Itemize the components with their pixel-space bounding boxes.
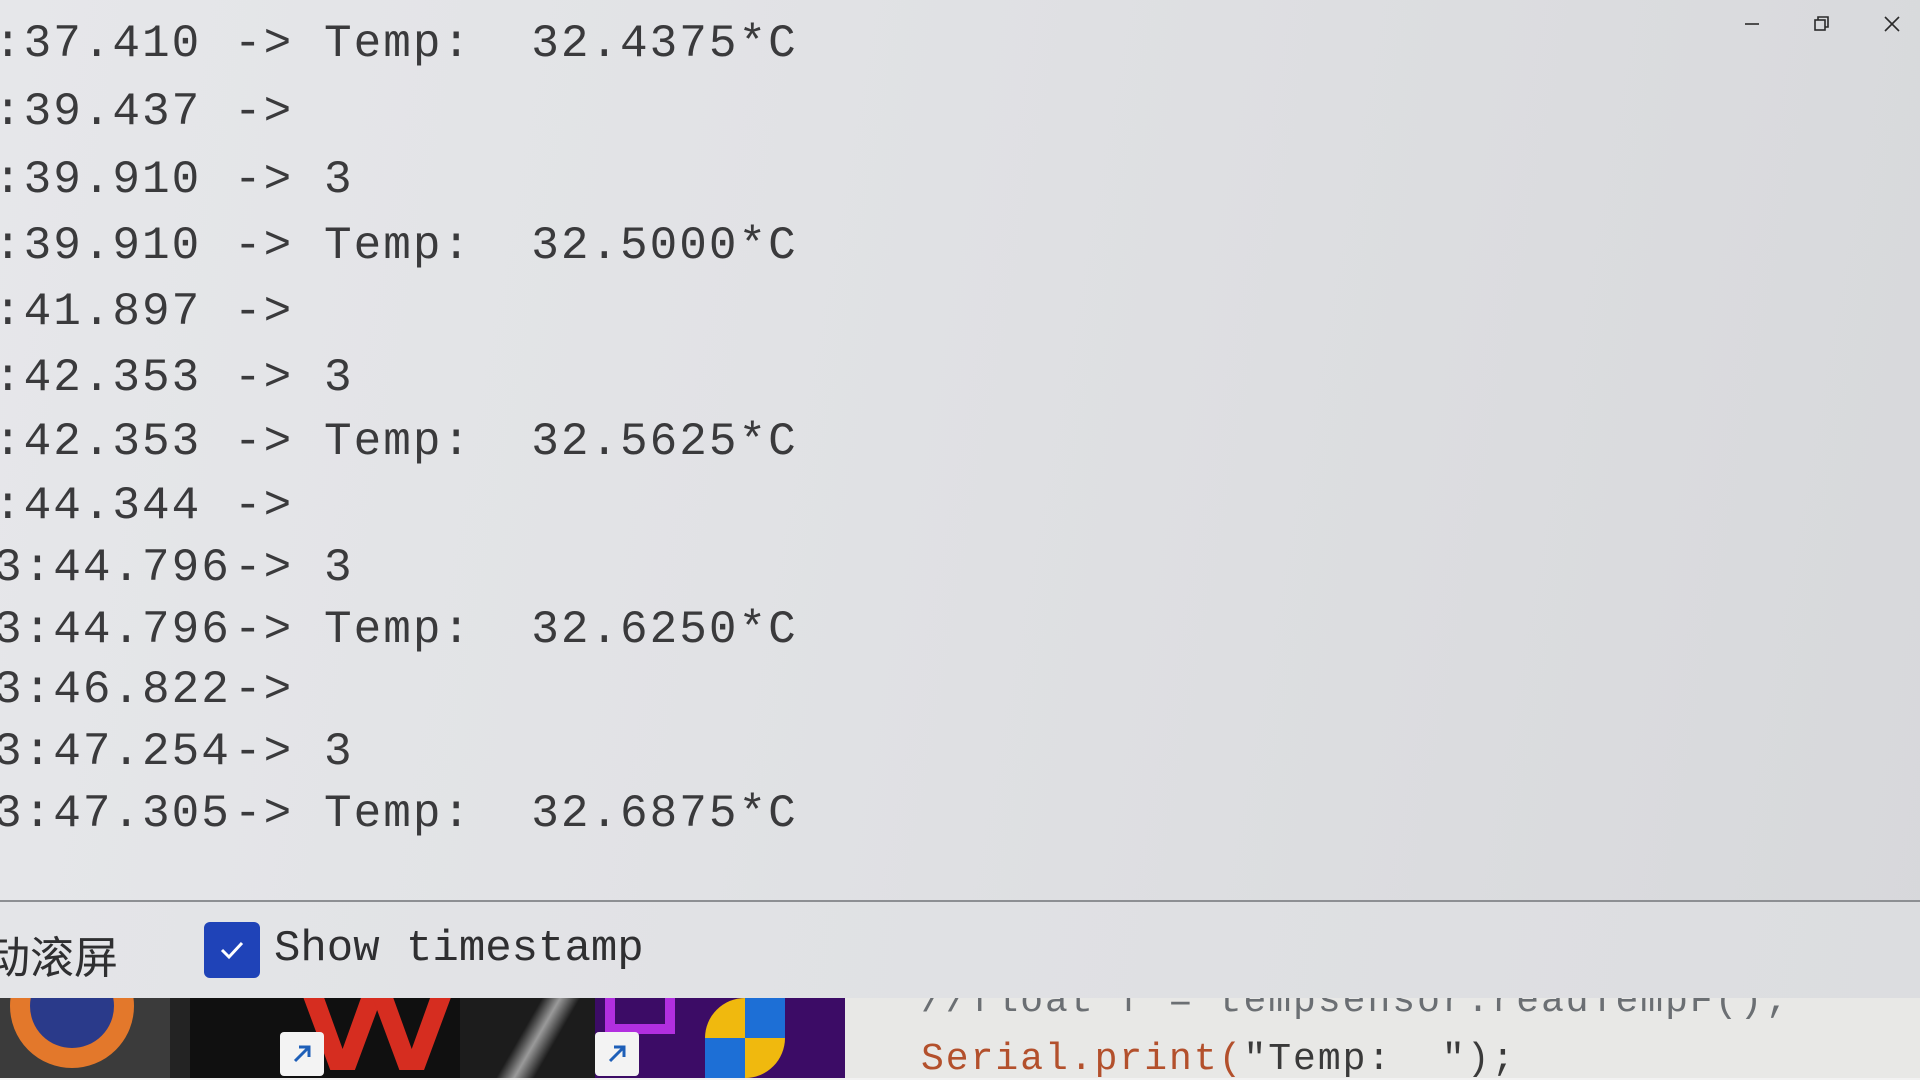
timestamp: 3:47.305 <box>0 788 231 840</box>
quad-logo-icon <box>705 998 745 1038</box>
arrow: -> <box>234 416 294 468</box>
timestamp: :39.910 <box>0 220 202 272</box>
timestamp: :39.437 <box>0 86 202 138</box>
arrow: -> <box>234 18 294 70</box>
output-line: :39.437 -> <box>0 82 324 142</box>
output-line: 3:47.254 -> 3 <box>0 722 354 782</box>
shortcut-arrow-icon <box>280 1032 324 1076</box>
message: 3 <box>324 154 354 206</box>
checkmark-icon <box>220 941 244 960</box>
timestamp: :44.344 <box>0 480 202 532</box>
arrow: -> <box>234 542 294 594</box>
output-line: 3:47.305 -> Temp: 32.6875*C <box>0 784 798 844</box>
message: 3 <box>324 726 354 778</box>
app-tile-icon[interactable] <box>460 998 595 1080</box>
background-windows-strip: VV //float f = tempsensor.readTempF(); S… <box>0 998 1920 1080</box>
output-line: :41.897 -> <box>0 282 324 342</box>
app-tile-icon[interactable] <box>595 998 845 1080</box>
quad-logo-icon <box>705 1038 745 1078</box>
quad-logo-icon <box>745 1038 785 1078</box>
output-line: :42.353 -> Temp: 32.5625*C <box>0 412 798 472</box>
arrow: -> <box>234 726 294 778</box>
arrow: -> <box>234 480 294 532</box>
message: Temp: 32.4375*C <box>324 18 798 70</box>
output-line: :42.353 -> 3 <box>0 348 354 408</box>
output-line: 3:44.796 -> Temp: 32.6250*C <box>0 600 798 660</box>
arrow: -> <box>234 788 294 840</box>
timestamp: :41.897 <box>0 286 202 338</box>
output-line: :39.910 -> Temp: 32.5000*C <box>0 216 798 276</box>
timestamp: :37.410 <box>0 18 202 70</box>
timestamp: 3:44.796 <box>0 604 231 656</box>
frame-logo-icon <box>605 998 675 1034</box>
message: Temp: 32.5625*C <box>324 416 798 468</box>
arrow: -> <box>234 604 294 656</box>
arrow: -> <box>234 86 294 138</box>
output-line: :44.344 -> <box>0 476 324 536</box>
message: Temp: 32.6875*C <box>324 788 798 840</box>
code-statement-line: Serial.print("Temp: "); <box>921 1038 1516 1080</box>
ring-logo-icon <box>10 998 134 1068</box>
code-editor-peek[interactable]: //float f = tempsensor.readTempF(); Seri… <box>845 998 1920 1080</box>
timestamp: 3:46.822 <box>0 664 231 716</box>
arrow: -> <box>234 154 294 206</box>
message: 3 <box>324 542 354 594</box>
timestamp: :42.353 <box>0 352 202 404</box>
shortcut-arrow-icon <box>595 1032 639 1076</box>
app-tile-icon[interactable] <box>0 998 170 1080</box>
code-call-end: ); <box>1466 1038 1517 1080</box>
show-timestamp-checkbox[interactable] <box>204 922 260 978</box>
quad-logo-icon <box>745 998 785 1038</box>
serial-monitor-window: :37.410 -> Temp: 32.4375*C :39.437 -> :39.9… <box>0 0 1920 1080</box>
message: Temp: 32.6250*C <box>324 604 798 656</box>
arrow: -> <box>234 352 294 404</box>
serial-output-area[interactable]: :37.410 -> Temp: 32.4375*C :39.437 -> :39.9… <box>0 0 1920 900</box>
output-line: 3:46.822 -> <box>0 660 324 720</box>
arrow: -> <box>234 286 294 338</box>
message: Temp: 32.5000*C <box>324 220 798 272</box>
output-line: :39.910 -> 3 <box>0 150 354 210</box>
autoscroll-label[interactable]: 动滚屏 <box>0 922 118 986</box>
app-tile-icon[interactable]: VV <box>190 998 460 1080</box>
arrow: -> <box>234 664 294 716</box>
bottom-toolbar: 动滚屏 Show timestamp <box>0 902 1920 998</box>
output-line: :37.410 -> Temp: 32.4375*C <box>0 14 798 74</box>
code-comment-line: //float f = tempsensor.readTempF(); <box>921 998 1790 1023</box>
timestamp: :39.910 <box>0 154 202 206</box>
timestamp: 3:47.254 <box>0 726 231 778</box>
timestamp: :42.353 <box>0 416 202 468</box>
timestamp: 3:44.796 <box>0 542 231 594</box>
message: 3 <box>324 352 354 404</box>
code-call: Serial.print( <box>921 1038 1244 1080</box>
show-timestamp-label[interactable]: Show timestamp <box>274 924 644 974</box>
output-line: 3:44.796 -> 3 <box>0 538 354 598</box>
code-string: "Temp: " <box>1243 1038 1467 1080</box>
arrow: -> <box>234 220 294 272</box>
